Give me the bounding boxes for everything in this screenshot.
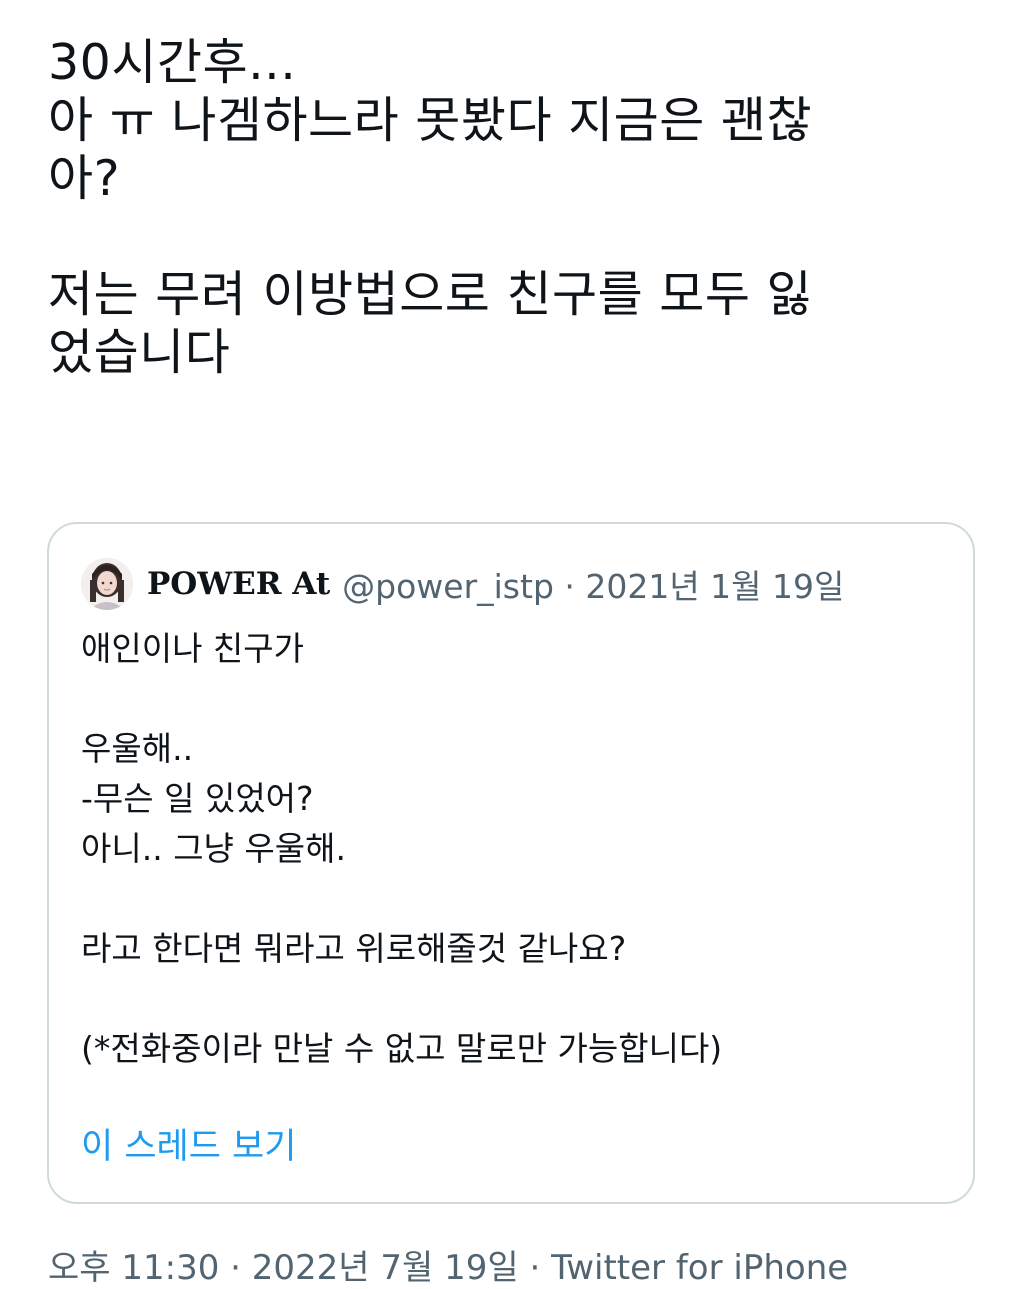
- tweet-timestamp-source[interactable]: 오후 11:30 · 2022년 7월 19일 · Twitter for iP…: [48, 1240, 848, 1289]
- avatar[interactable]: [81, 558, 133, 610]
- quoted-text-gap: [81, 874, 941, 924]
- tweet-text-line: 었습니다: [48, 324, 231, 381]
- quoted-tweet-header: POWER At @power_istp · 2021년 1월 19일: [81, 556, 844, 612]
- show-thread-link[interactable]: 이 스레드 보기: [81, 1118, 296, 1169]
- quoted-text-line: (*전화중이라 만날 수 없고 말로만 가능합니다): [81, 1029, 723, 1068]
- quoted-text-line: 라고 한다면 뭐라고 위로해줄것 같나요?: [81, 929, 627, 968]
- tweet-text: 30시간후... 아 ㅠ 나겜하느라 못봤다 지금은 괜찮 아? 저는 무려 이…: [48, 34, 988, 382]
- quoted-text-line: -무슨 일 있었어?: [81, 779, 314, 818]
- tweet-text-line: 저는 무려 이방법으로 친구를 모두 잃: [48, 266, 813, 323]
- tweet-text-line: 아 ㅠ 나겜하느라 못봤다 지금은 괜찮: [48, 92, 813, 149]
- quoted-tweet-card[interactable]: POWER At @power_istp · 2021년 1월 19일 애인이나…: [47, 522, 975, 1204]
- tweet-text-line: 아?: [48, 150, 121, 207]
- quoted-text-gap: [81, 674, 941, 724]
- quoted-text-line: 애인이나 친구가: [81, 629, 305, 668]
- quoted-text-line: 아니.. 그냥 우울해.: [81, 829, 346, 868]
- quoted-author-handle-date: @power_istp · 2021년 1월 19일: [342, 567, 845, 606]
- quoted-text-line: 우울해..: [81, 729, 194, 768]
- avatar-image: [81, 558, 133, 610]
- tweet-text-line: 30시간후...: [48, 34, 297, 91]
- quoted-tweet-body: 애인이나 친구가 우울해.. -무슨 일 있었어? 아니.. 그냥 우울해. 라…: [81, 624, 941, 1074]
- quoted-author-name[interactable]: POWER At: [147, 566, 330, 602]
- quoted-text-gap: [81, 974, 941, 1024]
- tweet-text-gap: [48, 208, 988, 266]
